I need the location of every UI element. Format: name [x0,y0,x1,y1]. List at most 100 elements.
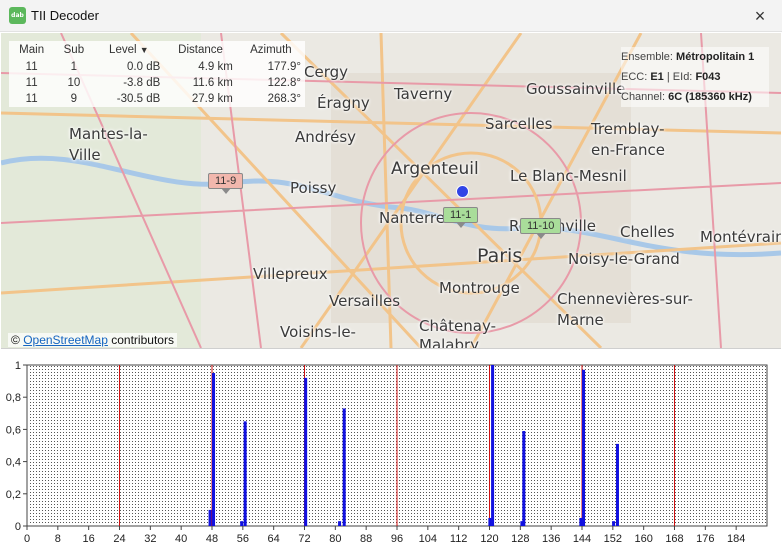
x-tick-label: 16 [83,533,95,545]
carrier-bar [582,369,586,526]
column-header-level[interactable]: Level ▼ [93,41,164,59]
map-view[interactable]: Cergy Taverny Goussainville Éragny Sarce… [1,33,781,349]
copyright-symbol: © [11,333,20,347]
carrier-bar [491,365,495,526]
column-header-azimuth[interactable]: Azimuth [237,41,305,59]
carrier-bar [615,443,619,526]
place-label: Argenteuil [391,159,479,179]
x-tick-label: 152 [604,533,622,545]
cell-level: -30.5 dB [116,93,161,105]
column-header-main[interactable]: Main [9,41,54,59]
carrier-bar [612,521,616,526]
transmitter-marker[interactable]: 11-9 [208,173,244,194]
tii-spectrum-plot: 0 8 16 24 32 40 48 56 64 72 80 88 96 104 112 120 128 136 1… [0,352,782,552]
receiver-location-dot [456,185,469,198]
cell-azimuth: 122.8° [267,77,301,89]
cell-sub: 1 [70,61,78,73]
table-row[interactable]: 11 1 0.0 dB 4.9 km 177.9° [9,59,305,75]
y-tick-label: 0,8 [6,392,21,404]
eid-value: F043 [695,71,721,83]
app-icon: dab [9,7,26,24]
sort-descending-icon: ▼ [139,45,149,55]
carrier-bar [488,517,492,526]
y-tick-label: 1 [15,360,21,372]
x-tick-label: 168 [665,533,683,545]
ensemble-line: Ensemble: Métropolitain 1 [621,47,769,67]
x-tick-label: 72 [298,533,310,545]
cell-main: 11 [25,93,38,105]
table-row[interactable]: 11 10 -3.8 dB 11.6 km 122.8° [9,75,305,91]
column-header-sub[interactable]: Sub [54,41,93,59]
x-tick-label: 160 [634,533,652,545]
carrier-bar [579,517,583,526]
cell-azimuth: 177.9° [267,61,301,73]
attribution-suffix: contributors [111,333,174,347]
place-label: Andrésy [295,128,357,146]
place-label: Châtenay-Malabry [419,317,497,349]
carrier-bar [212,373,216,526]
table-header-row: Main Sub Level ▼ Distance Azimuth [9,41,305,59]
place-label: Éragny [317,94,370,112]
cell-distance: 27.9 km [191,93,233,105]
place-label: Versailles [329,292,401,310]
x-tick-label: 120 [480,533,498,545]
carrier-bar [208,509,212,526]
channel-label: Channel: [621,91,666,103]
place-label: Goussainville [526,80,626,98]
ensemble-info: Ensemble: Métropolitain 1 ECC: E1 | EId:… [621,47,769,107]
y-tick-label: 0,4 [6,457,21,469]
place-label: Mantes-la-Ville [69,125,148,164]
y-tick-label: 0 [15,521,21,533]
x-tick-label: 128 [511,533,529,545]
x-tick-label: 8 [55,533,61,545]
place-label: Sarcelles [485,115,553,133]
ecc-eid-line: ECC: E1 | EId: F043 [621,71,721,83]
table-row[interactable]: 11 9 -30.5 dB 27.9 km 268.3° [9,91,305,107]
place-label: Montévrain [700,228,781,246]
cell-main: 11 [25,61,38,73]
place-label: Nanterre [379,209,445,227]
x-tick-label: 56 [237,533,249,545]
carrier-bar [342,408,346,526]
cell-sub: 9 [70,93,78,105]
place-label: Voisins-le- [280,323,356,341]
cell-distance: 4.9 km [198,61,233,73]
column-header-distance[interactable]: Distance [164,41,237,59]
channel-line: Channel: 6C (185360 kHz) [621,87,769,107]
ensemble-value: Métropolitain 1 [676,51,755,63]
close-icon[interactable]: × [738,0,782,32]
place-label: Le Blanc-Mesnil [510,167,627,185]
cell-sub: 10 [67,77,81,89]
x-tick-label: 48 [206,533,218,545]
openstreetmap-link[interactable]: OpenStreetMap [23,333,108,347]
ecc-value: E1 [650,71,664,83]
y-tick-label: 0,2 [6,489,21,501]
channel-value: 6C (185360 kHz) [668,91,752,103]
title-bar: dab TII Decoder × [0,0,782,32]
x-tick-label: 184 [727,533,745,545]
carrier-bar [522,431,526,526]
place-label: Villepreux [253,265,328,283]
transmitter-marker[interactable]: 11-10 [520,218,562,239]
place-label: Taverny [394,85,453,103]
map-attribution: © OpenStreetMap contributors [8,333,177,347]
place-label: Tremblay-en-France [591,120,666,159]
place-label: Montrouge [439,279,520,297]
y-tick-label: 0,6 [6,424,21,436]
cell-azimuth: 268.3° [267,93,301,105]
x-tick-label: 96 [391,533,403,545]
place-label: Cergy [304,63,349,81]
carrier-bar [243,421,247,526]
x-tick-label: 176 [696,533,714,545]
carrier-bar [338,521,342,526]
x-tick-label: 80 [329,533,341,545]
place-label: Noisy-le-Grand [568,250,680,268]
plot-svg: 0 8 16 24 32 40 48 56 64 72 80 88 96 104 112 120 128 136 1… [6,360,768,545]
x-tick-label: 40 [175,533,187,545]
transmitter-marker[interactable]: 11-1 [443,207,479,228]
x-tick-label: 64 [268,533,280,545]
x-tick-label: 88 [360,533,372,545]
place-label: Chelles [620,223,675,241]
x-tick-label: 136 [542,533,560,545]
place-label: Paris [477,245,523,267]
